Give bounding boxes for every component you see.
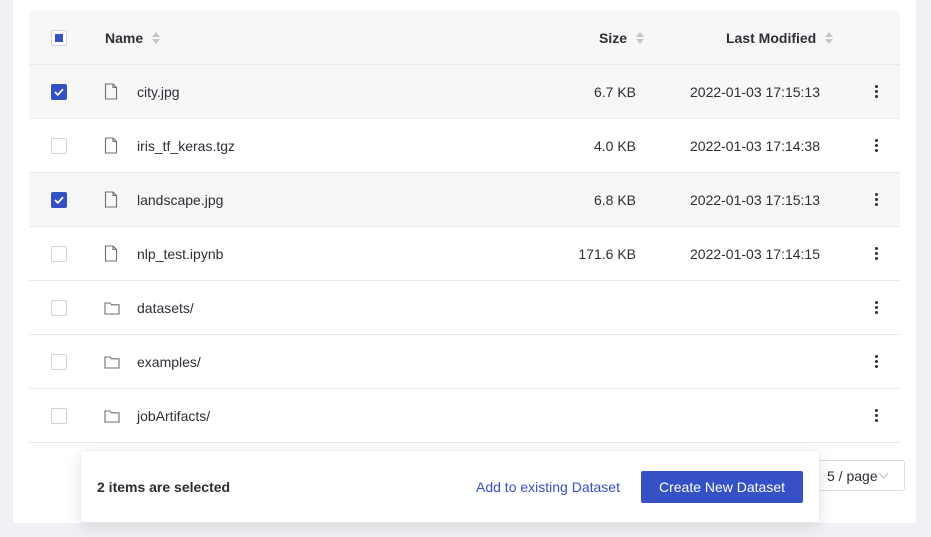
row-name[interactable]: landscape.jpg <box>137 173 223 226</box>
table-body: city.jpg 6.7 KB 2022-01-03 17:15:13 iris_tf… <box>29 65 900 443</box>
table-row[interactable]: city.jpg 6.7 KB 2022-01-03 17:15:13 <box>29 65 900 119</box>
table-row[interactable]: jobArtifacts/ <box>29 389 900 443</box>
folder-icon <box>104 335 120 388</box>
page-size-select[interactable]: 5 / page <box>818 460 905 491</box>
table-row[interactable]: iris_tf_keras.tgz 4.0 KB 2022-01-03 17:14:… <box>29 119 900 173</box>
row-size: 171.6 KB <box>578 245 636 262</box>
row-checkbox[interactable] <box>51 83 67 100</box>
row-name[interactable]: iris_tf_keras.tgz <box>137 119 235 172</box>
row-last-modified: 2022-01-03 17:15:13 <box>690 191 820 208</box>
add-to-existing-dataset-button[interactable]: Add to existing Dataset <box>476 451 620 522</box>
table-row[interactable]: landscape.jpg 6.8 KB 2022-01-03 17:15:13 <box>29 173 900 227</box>
more-options-icon[interactable] <box>867 281 885 334</box>
row-checkbox[interactable] <box>51 245 67 262</box>
row-checkbox[interactable] <box>51 299 67 316</box>
row-name[interactable]: datasets/ <box>137 281 194 334</box>
row-name[interactable]: jobArtifacts/ <box>137 389 210 442</box>
column-header-last-modified[interactable]: Last Modified <box>726 11 834 64</box>
more-options-icon[interactable] <box>867 173 885 226</box>
row-last-modified: 2022-01-03 17:15:13 <box>690 83 820 100</box>
row-checkbox[interactable] <box>51 407 67 424</box>
folder-icon <box>104 389 120 442</box>
selection-count-text: 2 items are selected <box>97 478 231 495</box>
more-options-icon[interactable] <box>867 65 885 118</box>
file-icon <box>104 65 120 118</box>
table-row[interactable]: datasets/ <box>29 281 900 335</box>
row-last-modified: 2022-01-03 17:14:15 <box>690 245 820 262</box>
table-row[interactable]: examples/ <box>29 335 900 389</box>
table-row[interactable]: nlp_test.ipynb 171.6 KB 2022-01-03 17:14:1… <box>29 227 900 281</box>
file-icon <box>104 227 120 280</box>
row-size: 6.8 KB <box>593 191 636 208</box>
file-browser-panel: Name Size Last Modified city.jpg 6.7 KB 20… <box>13 0 916 523</box>
sort-icon <box>636 31 644 44</box>
file-table: Name Size Last Modified city.jpg 6.7 KB 20… <box>29 11 900 443</box>
sort-icon <box>152 31 161 44</box>
row-checkbox[interactable] <box>51 137 67 154</box>
more-options-icon[interactable] <box>867 119 885 172</box>
selection-action-bar: 2 items are selected Add to existing Dat… <box>81 451 819 522</box>
row-name[interactable]: city.jpg <box>137 65 180 118</box>
more-options-icon[interactable] <box>867 335 885 388</box>
create-new-dataset-button[interactable]: Create New Dataset <box>641 471 803 503</box>
column-header-size[interactable]: Size <box>599 11 644 64</box>
sort-icon <box>825 31 834 44</box>
row-name[interactable]: examples/ <box>137 335 201 388</box>
file-icon <box>104 173 120 226</box>
row-size: 4.0 KB <box>593 137 636 154</box>
row-size: 6.7 KB <box>593 83 636 100</box>
row-checkbox[interactable] <box>51 191 67 208</box>
select-all-checkbox[interactable] <box>51 29 67 46</box>
chevron-down-icon <box>878 468 889 479</box>
column-header-name[interactable]: Name <box>105 11 161 64</box>
folder-icon <box>104 281 120 334</box>
row-name[interactable]: nlp_test.ipynb <box>137 227 223 280</box>
row-checkbox[interactable] <box>51 353 67 370</box>
more-options-icon[interactable] <box>867 227 885 280</box>
row-last-modified: 2022-01-03 17:14:38 <box>690 137 820 154</box>
more-options-icon[interactable] <box>867 389 885 442</box>
file-icon <box>104 119 120 172</box>
table-header: Name Size Last Modified <box>29 11 900 65</box>
